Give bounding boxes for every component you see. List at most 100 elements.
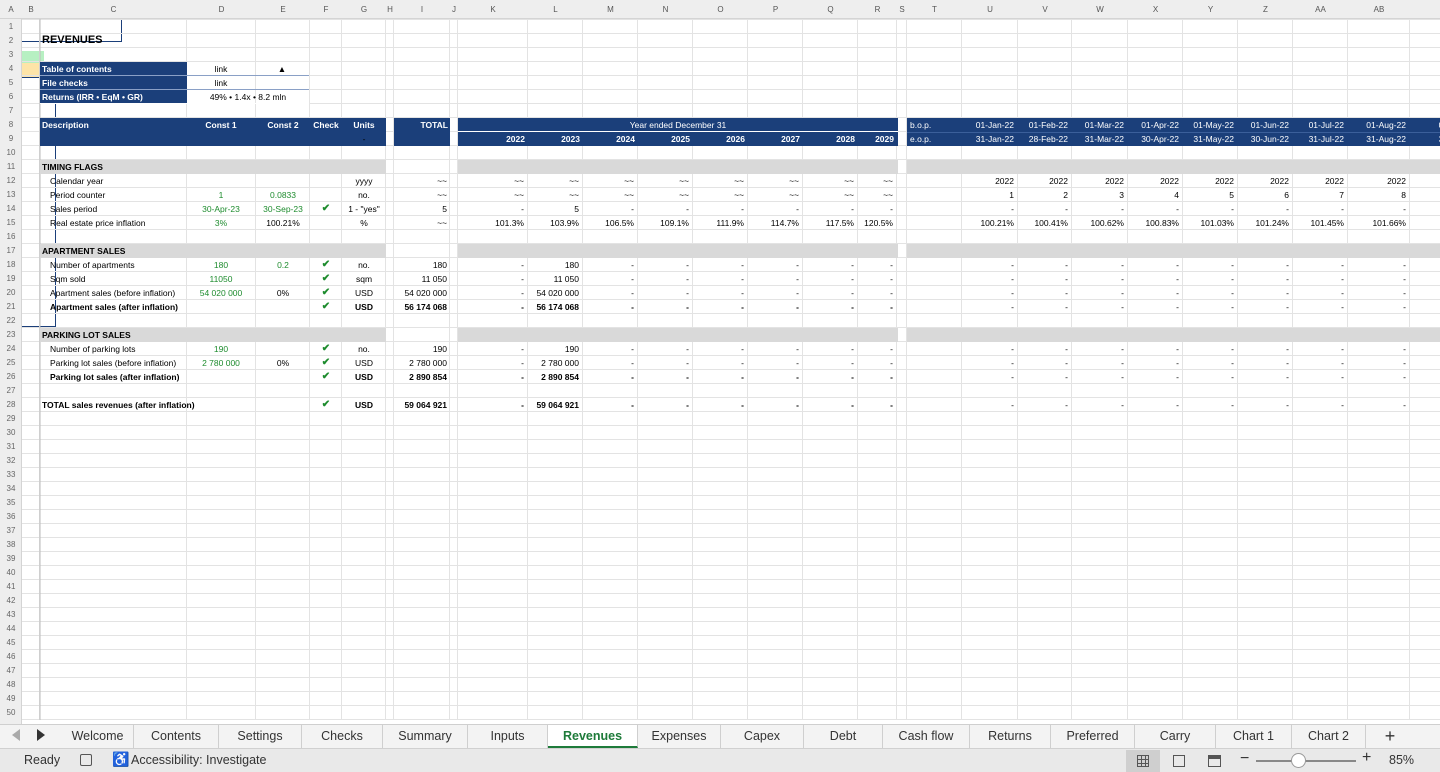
row-number[interactable]: 24 — [0, 342, 22, 356]
year-value[interactable]: - — [693, 258, 744, 272]
year-value[interactable]: ~~ — [803, 188, 854, 202]
column-header-O[interactable]: O — [693, 3, 748, 17]
year-value[interactable]: 59 064 921 — [528, 398, 579, 412]
month-value[interactable]: - — [1238, 356, 1289, 370]
year-value[interactable]: ~~ — [528, 174, 579, 188]
column-header-F[interactable]: F — [310, 3, 342, 17]
month-value[interactable]: - — [1183, 286, 1234, 300]
year-value[interactable]: - — [748, 398, 799, 412]
zoom-slider[interactable] — [1256, 760, 1356, 762]
year-value[interactable]: - — [858, 272, 893, 286]
const1-value[interactable]: 2 780 000 — [187, 356, 255, 370]
row-number[interactable]: 1 — [0, 20, 22, 34]
month-value[interactable]: 3 — [1072, 188, 1124, 202]
month-value[interactable]: - — [1072, 398, 1124, 412]
const1-value[interactable]: 54 020 000 — [187, 286, 255, 300]
row-number[interactable]: 44 — [0, 622, 22, 636]
year-value[interactable]: - — [458, 356, 524, 370]
month-value[interactable]: - — [1238, 202, 1289, 216]
month-value[interactable]: - — [1072, 342, 1124, 356]
row-number[interactable]: 41 — [0, 580, 22, 594]
month-value[interactable]: - — [1238, 286, 1289, 300]
month-value[interactable]: 101.45% — [1293, 216, 1344, 230]
total-value[interactable]: ~~ — [394, 188, 447, 202]
const1-value[interactable]: 11050 — [187, 272, 255, 286]
total-value[interactable]: 54 020 000 — [394, 286, 447, 300]
accessibility-status[interactable]: Accessibility: Investigate — [131, 753, 266, 767]
month-value[interactable]: - — [1238, 342, 1289, 356]
month-value[interactable]: - — [1348, 370, 1406, 384]
month-value[interactable]: - — [1348, 398, 1406, 412]
tab-checks[interactable]: Checks — [302, 725, 383, 748]
row-number[interactable]: 3 — [0, 48, 22, 62]
year-value[interactable]: - — [803, 370, 854, 384]
month-value[interactable]: - — [1348, 286, 1406, 300]
month-value[interactable]: 2022 — [1072, 174, 1124, 188]
row-number[interactable]: 4 — [0, 62, 22, 76]
zoom-level[interactable]: 85% — [1389, 753, 1414, 767]
const2-value[interactable]: 0% — [256, 286, 310, 300]
year-value[interactable]: - — [803, 258, 854, 272]
row-number[interactable]: 32 — [0, 454, 22, 468]
row-number[interactable]: 39 — [0, 552, 22, 566]
accessibility-icon[interactable]: ♿ — [112, 751, 129, 768]
month-value[interactable]: - — [1238, 258, 1289, 272]
month-value[interactable]: - — [1183, 272, 1234, 286]
year-value[interactable]: ~~ — [693, 174, 744, 188]
row-number[interactable]: 9 — [0, 132, 22, 146]
row-number[interactable]: 30 — [0, 426, 22, 440]
month-value[interactable]: - — [1183, 370, 1234, 384]
row-number[interactable]: 7 — [0, 104, 22, 118]
month-value[interactable]: - — [1128, 342, 1179, 356]
month-value[interactable]: - — [1128, 258, 1179, 272]
year-value[interactable]: - — [458, 272, 524, 286]
year-value[interactable]: 54 020 000 — [528, 286, 579, 300]
month-value[interactable]: - — [1238, 398, 1289, 412]
row-number[interactable]: 27 — [0, 384, 22, 398]
row-number[interactable]: 6 — [0, 90, 22, 104]
year-value[interactable]: - — [638, 398, 689, 412]
row-number[interactable]: 28 — [0, 398, 22, 412]
year-value[interactable]: - — [638, 370, 689, 384]
year-value[interactable]: - — [638, 356, 689, 370]
year-value[interactable]: - — [693, 272, 744, 286]
tab-chart-1[interactable]: Chart 1 — [1216, 725, 1292, 748]
view-normal-button[interactable] — [1126, 750, 1160, 772]
column-header-H[interactable]: H — [386, 3, 394, 17]
year-value[interactable]: ~~ — [583, 188, 634, 202]
tab-scroll-left-icon[interactable] — [12, 729, 20, 741]
month-value[interactable]: - — [1018, 258, 1068, 272]
row-number[interactable]: 23 — [0, 328, 22, 342]
year-value[interactable]: - — [858, 356, 893, 370]
year-value[interactable]: - — [858, 342, 893, 356]
month-value[interactable]: - — [962, 300, 1014, 314]
year-value[interactable]: - — [458, 202, 524, 216]
zoom-in-button[interactable]: + — [1362, 749, 1371, 767]
year-value[interactable]: - — [693, 286, 744, 300]
row-number[interactable]: 43 — [0, 608, 22, 622]
year-value[interactable]: - — [803, 272, 854, 286]
const1-value[interactable]: 1 — [187, 188, 255, 202]
row-number[interactable]: 45 — [0, 636, 22, 650]
year-value[interactable]: 103.9% — [528, 216, 579, 230]
row-number[interactable]: 36 — [0, 510, 22, 524]
row-number[interactable]: 11 — [0, 160, 22, 174]
year-value[interactable]: 190 — [528, 342, 579, 356]
row-number[interactable]: 8 — [0, 118, 22, 132]
year-value[interactable]: - — [748, 202, 799, 216]
year-value[interactable]: ~~ — [748, 174, 799, 188]
column-header-D[interactable]: D — [187, 3, 256, 17]
year-value[interactable]: ~~ — [458, 188, 524, 202]
month-value[interactable]: - — [1348, 272, 1406, 286]
month-value[interactable]: - — [1072, 300, 1124, 314]
year-value[interactable]: ~~ — [528, 188, 579, 202]
month-value[interactable]: - — [962, 272, 1014, 286]
year-value[interactable]: 11 050 — [528, 272, 579, 286]
column-header-A[interactable]: A — [0, 3, 22, 17]
year-value[interactable]: - — [693, 370, 744, 384]
month-value[interactable]: - — [1018, 272, 1068, 286]
row-number[interactable]: 25 — [0, 356, 22, 370]
row-number[interactable]: 33 — [0, 468, 22, 482]
tab-capex[interactable]: Capex — [721, 725, 804, 748]
month-value[interactable]: 101.03% — [1183, 216, 1234, 230]
